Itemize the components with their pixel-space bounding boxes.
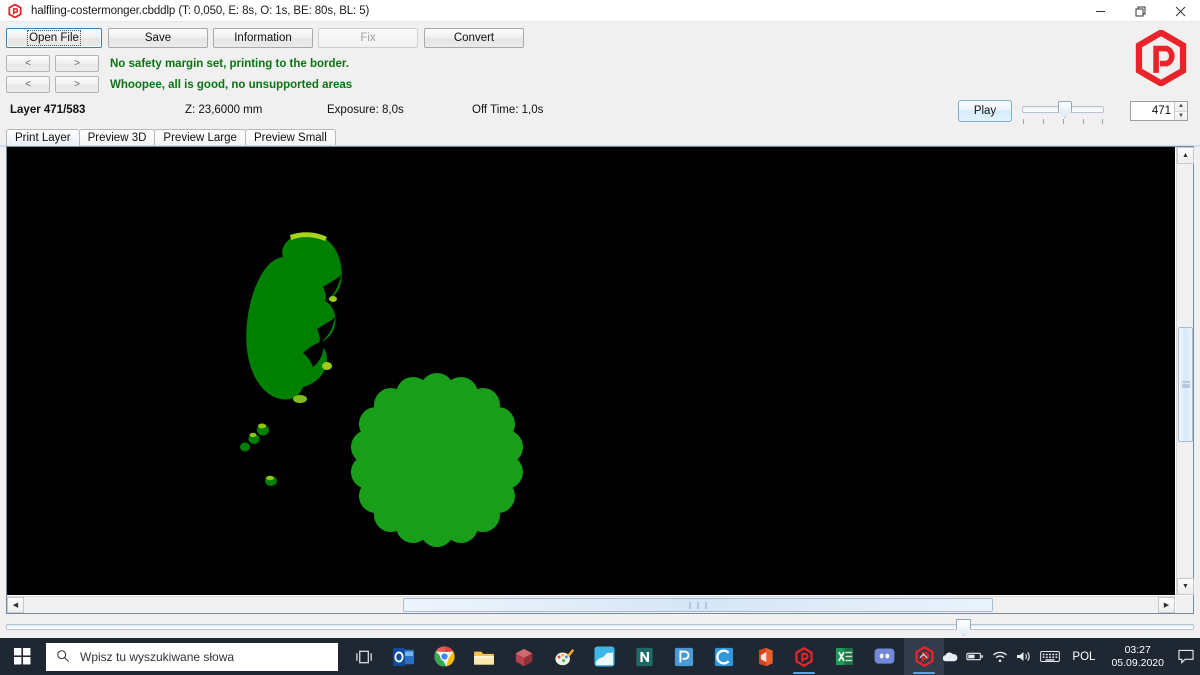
discord-icon[interactable]: [864, 638, 904, 675]
main-toolbar: Open File Save Information Fix Convert: [0, 26, 1200, 50]
scrollbar-corner: [1176, 596, 1193, 613]
playback-speed-slider[interactable]: [1022, 99, 1104, 125]
convert-button[interactable]: Convert: [424, 28, 524, 48]
3d-builder-icon[interactable]: [504, 638, 544, 675]
search-placeholder-text: Wpisz tu wyszukiwane słowa: [80, 649, 235, 664]
layer-number-value[interactable]: 471: [1131, 105, 1174, 117]
photos-icon[interactable]: [584, 638, 624, 675]
uvtools-icon[interactable]: [784, 638, 824, 675]
layer-info-row: Layer 471/583 Z: 23,6000 mm Exposure: 8,…: [0, 104, 1200, 120]
layer-scrub-track: [6, 624, 1194, 630]
keyboard-icon[interactable]: [1036, 638, 1064, 675]
onedrive-icon[interactable]: [936, 638, 962, 675]
spinner-up-icon[interactable]: ▲: [1175, 102, 1187, 112]
slider-thumb[interactable]: [1058, 101, 1072, 118]
unsupported-areas-message: Whoopee, all is good, no unsupported are…: [110, 79, 353, 91]
exposure-value: Exposure: 8,0s: [327, 104, 404, 116]
title-bar: halfling-costermonger.cbddlp (T: 0,050, …: [0, 0, 1200, 22]
layer-slice-render: [240, 232, 523, 547]
system-tray: POL 03:27 05.09.2020: [910, 638, 1200, 675]
uvtools-window: halfling-costermonger.cbddlp (T: 0,050, …: [0, 0, 1200, 675]
task-view-icon[interactable]: [344, 638, 384, 675]
layer-number-spinner[interactable]: 471 ▲ ▼: [1130, 101, 1188, 121]
slider-ticks: [1023, 119, 1103, 125]
tab-print-layer[interactable]: Print Layer: [6, 129, 80, 146]
tab-preview-large[interactable]: Preview Large: [154, 129, 246, 146]
taskbar-search-input[interactable]: Wpisz tu wyszukiwane słowa: [46, 642, 338, 671]
save-button[interactable]: Save: [108, 28, 208, 48]
right-slice-shape: [351, 373, 523, 547]
excel-icon[interactable]: [824, 638, 864, 675]
taskbar-clock[interactable]: 03:27 05.09.2020: [1103, 638, 1172, 675]
layer-counter: Layer 471/583: [10, 104, 86, 116]
vertical-scrollbar[interactable]: ▲ ▼: [1176, 147, 1194, 595]
uvtools-logo-icon: [1132, 28, 1190, 88]
language-indicator[interactable]: POL: [1064, 651, 1103, 663]
chrome-icon[interactable]: [424, 638, 464, 675]
tab-preview-3d[interactable]: Preview 3D: [78, 129, 156, 146]
office-icon[interactable]: [744, 638, 784, 675]
fix-button: Fix: [318, 28, 418, 48]
tray-chevron-icon[interactable]: [910, 638, 936, 675]
app-icon: [4, 0, 26, 22]
start-button[interactable]: [0, 638, 44, 675]
support-prev-button[interactable]: <: [6, 76, 50, 93]
window-controls: [1080, 0, 1200, 22]
window-title: halfling-costermonger.cbddlp (T: 0,050, …: [31, 4, 370, 17]
scroll-right-button[interactable]: ▶: [1158, 597, 1175, 613]
chitubox-icon[interactable]: [704, 638, 744, 675]
scroll-grip-icon: [688, 596, 709, 614]
windows-taskbar: Wpisz tu wyszukiwane słowa POL 03:27 05.…: [0, 638, 1200, 675]
wifi-icon[interactable]: [988, 638, 1012, 675]
horizontal-scrollbar[interactable]: ◀ ▶: [7, 596, 1175, 613]
scroll-up-button[interactable]: ▲: [1177, 147, 1194, 164]
onenote-icon[interactable]: [624, 638, 664, 675]
layer-scrub-thumb[interactable]: [956, 619, 971, 636]
battery-icon[interactable]: [962, 638, 988, 675]
scroll-grip-icon: [1181, 380, 1190, 389]
layer-scrub-slider[interactable]: [6, 618, 1194, 636]
scroll-down-button[interactable]: ▼: [1177, 578, 1194, 595]
preview-tabs: Print Layer Preview 3D Preview Large Pre…: [6, 129, 336, 146]
restore-button[interactable]: [1120, 0, 1160, 22]
layer-canvas[interactable]: [7, 147, 1175, 595]
tab-preview-small[interactable]: Preview Small: [244, 129, 336, 146]
issue-next-button[interactable]: >: [55, 55, 99, 72]
safety-margin-message: No safety margin set, printing to the bo…: [110, 58, 349, 70]
prusaslicer-icon[interactable]: [664, 638, 704, 675]
information-button[interactable]: Information: [213, 28, 313, 48]
close-button[interactable]: [1160, 0, 1200, 22]
spinner-arrows: ▲ ▼: [1174, 102, 1187, 120]
z-height-value: Z: 23,6000 mm: [185, 104, 263, 116]
notifications-icon[interactable]: [1172, 638, 1200, 675]
layer-viewport: ▲ ▼ ◀ ▶: [6, 146, 1194, 614]
vertical-scroll-thumb[interactable]: [1178, 327, 1193, 442]
search-icon: [56, 649, 72, 665]
taskbar-apps: [344, 638, 944, 675]
clock-time: 03:27: [1124, 643, 1151, 656]
file-explorer-icon[interactable]: [464, 638, 504, 675]
left-slice-shape: [240, 232, 342, 486]
support-next-button[interactable]: >: [55, 76, 99, 93]
spinner-down-icon[interactable]: ▼: [1175, 111, 1187, 120]
volume-icon[interactable]: [1012, 638, 1036, 675]
open-file-button[interactable]: Open File: [6, 28, 102, 48]
scroll-left-button[interactable]: ◀: [7, 597, 24, 613]
horizontal-scroll-thumb[interactable]: [403, 598, 993, 612]
clock-date: 05.09.2020: [1111, 656, 1164, 669]
off-time-value: Off Time: 1,0s: [472, 104, 544, 116]
minimize-button[interactable]: [1080, 0, 1120, 22]
play-button[interactable]: Play: [958, 100, 1012, 122]
paint-3d-icon[interactable]: [544, 638, 584, 675]
outlook-icon[interactable]: [384, 638, 424, 675]
issue-prev-button[interactable]: <: [6, 55, 50, 72]
